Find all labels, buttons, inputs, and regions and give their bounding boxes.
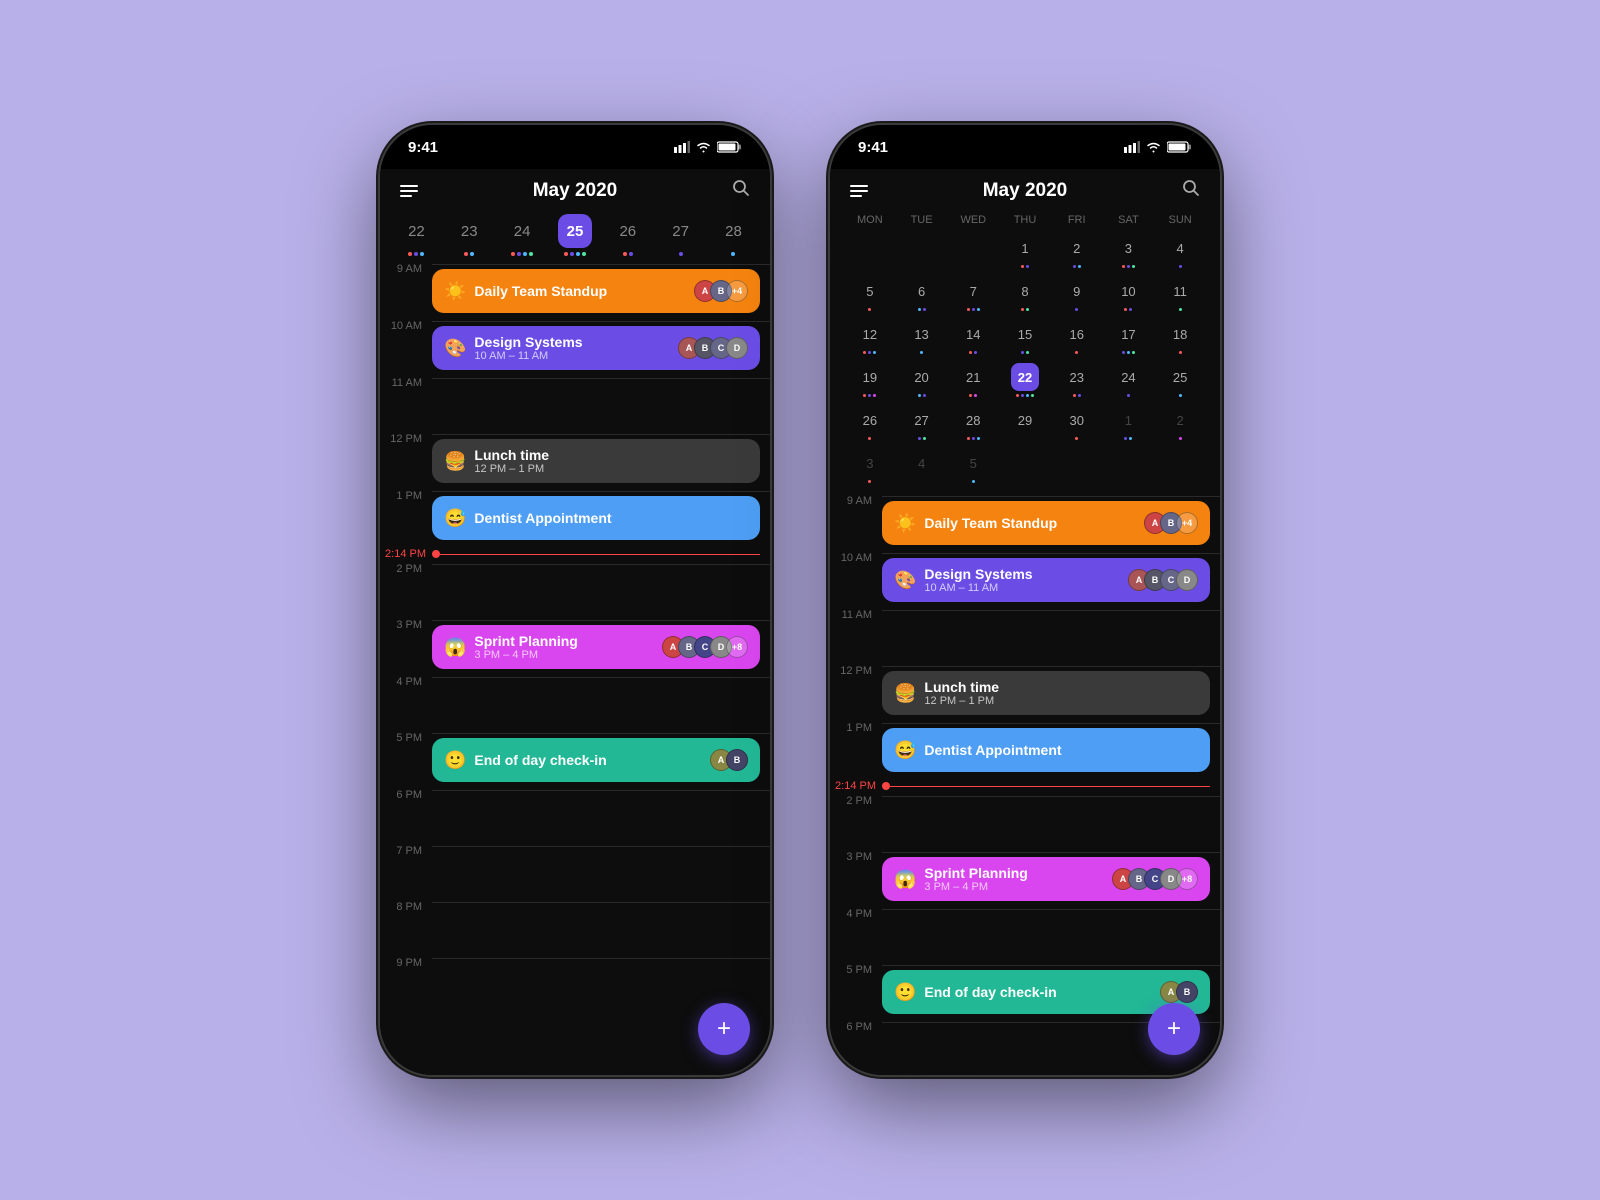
- week-strip: 22 23 24 25 26 27 28: [380, 210, 770, 264]
- event-title-design: Design Systems: [474, 334, 582, 350]
- status-time-2: 9:41: [858, 139, 888, 156]
- signal-icon-2: [1124, 141, 1140, 153]
- event-title-checkin: End of day check-in: [924, 984, 1056, 1000]
- event-card-sprint[interactable]: 😱Sprint Planning3 PM – 4 PMABCD+8: [432, 625, 760, 669]
- event-card-dentist[interactable]: 😅Dentist Appointment: [432, 496, 760, 540]
- current-time-line: 2:14 PM: [380, 548, 770, 560]
- wifi-icon: [696, 141, 711, 153]
- phone-1: 9:41: [380, 125, 770, 1075]
- phone-2: 9:41 May 2020: [830, 125, 1220, 1075]
- search-button-2[interactable]: [1182, 179, 1200, 202]
- week-day-28[interactable]: 28: [713, 214, 753, 256]
- event-title-standup: Daily Team Standup: [924, 515, 1057, 531]
- app-title-2: May 2020: [983, 180, 1068, 202]
- battery-icon: [717, 141, 742, 153]
- event-title-dentist: Dentist Appointment: [474, 510, 611, 526]
- signal-icon: [674, 141, 690, 153]
- week-day-24[interactable]: 24: [502, 214, 542, 256]
- event-card-design[interactable]: 🎨Design Systems10 AM – 11 AMABCD: [432, 326, 760, 370]
- status-icons-2: [1124, 141, 1192, 153]
- event-card-dentist[interactable]: 😅Dentist Appointment: [882, 728, 1210, 772]
- hamburger-icon-2[interactable]: [850, 185, 868, 197]
- week-day-22[interactable]: 22: [396, 214, 436, 256]
- status-time: 9:41: [408, 139, 438, 156]
- phone-screen: May 2020 22 23 24 25 26 27 28 9 AM☀️Daily Team…: [380, 169, 770, 1075]
- notch-2: [960, 125, 1090, 153]
- schedule-scroll-2[interactable]: 9 AM☀️Daily Team StandupAB+410 AM🎨Design…: [830, 496, 1220, 1075]
- event-title-lunch: Lunch time: [474, 447, 549, 463]
- current-time-line: 2:14 PM: [830, 780, 1220, 792]
- event-card-design[interactable]: 🎨Design Systems10 AM – 11 AMABCD: [882, 558, 1210, 602]
- week-day-26[interactable]: 26: [608, 214, 648, 256]
- add-event-button-2[interactable]: +: [1148, 1003, 1200, 1055]
- event-title-checkin: End of day check-in: [474, 752, 606, 768]
- week-day-25[interactable]: 25: [555, 214, 595, 256]
- battery-icon-2: [1167, 141, 1192, 153]
- event-title-design: Design Systems: [924, 566, 1032, 582]
- event-title-standup: Daily Team Standup: [474, 283, 607, 299]
- notch: [510, 125, 640, 153]
- month-grid: MONTUEWEDTHUFRISATSUN1234567891011121314…: [830, 210, 1220, 496]
- hamburger-icon[interactable]: [400, 185, 418, 197]
- app-header: May 2020: [380, 169, 770, 210]
- event-card-lunch[interactable]: 🍔Lunch time12 PM – 1 PM: [432, 439, 760, 483]
- event-card-standup[interactable]: ☀️Daily Team StandupAB+4: [432, 269, 760, 313]
- app-title: May 2020: [533, 180, 618, 202]
- app-header-2: May 2020: [830, 169, 1220, 210]
- week-day-23[interactable]: 23: [449, 214, 489, 256]
- event-title-sprint: Sprint Planning: [924, 865, 1027, 881]
- wifi-icon-2: [1146, 141, 1161, 153]
- event-title-sprint: Sprint Planning: [474, 633, 577, 649]
- event-card-standup[interactable]: ☀️Daily Team StandupAB+4: [882, 501, 1210, 545]
- search-button[interactable]: [732, 179, 750, 202]
- event-card-checkin[interactable]: 🙂End of day check-inAB: [432, 738, 760, 782]
- event-card-lunch[interactable]: 🍔Lunch time12 PM – 1 PM: [882, 671, 1210, 715]
- add-event-button[interactable]: +: [698, 1003, 750, 1055]
- status-icons: [674, 141, 742, 153]
- event-title-dentist: Dentist Appointment: [924, 742, 1061, 758]
- schedule-scroll[interactable]: 9 AM☀️Daily Team StandupAB+410 AM🎨Design…: [380, 264, 770, 1075]
- phone-screen-2: May 2020 MONTUEWEDTHUFRISATSUN1234567891…: [830, 169, 1220, 1075]
- event-card-sprint[interactable]: 😱Sprint Planning3 PM – 4 PMABCD+8: [882, 857, 1210, 901]
- week-day-27[interactable]: 27: [661, 214, 701, 256]
- event-title-lunch: Lunch time: [924, 679, 999, 695]
